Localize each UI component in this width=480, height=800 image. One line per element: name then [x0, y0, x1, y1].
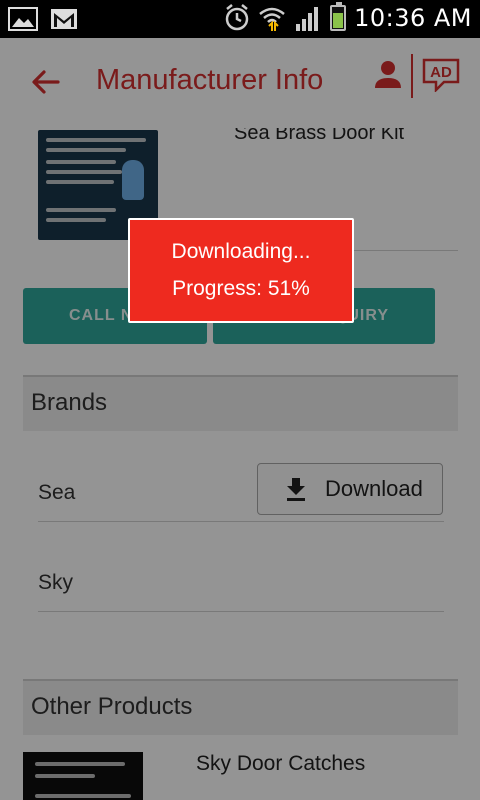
signal-icon: [296, 7, 319, 31]
download-progress-dialog: Downloading... Progress: 51%: [128, 218, 354, 323]
alarm-icon: [225, 4, 249, 31]
modal-scrim: [0, 38, 480, 800]
download-status: Downloading...: [171, 240, 311, 263]
clock: 10:36 AM: [354, 4, 472, 32]
download-progress: Progress: 51%: [172, 277, 310, 300]
image-icon: [8, 7, 38, 31]
battery-icon: [330, 2, 347, 31]
gmail-icon: [51, 9, 77, 29]
status-bar: 10:36 AM: [0, 0, 480, 38]
wifi-icon: [259, 7, 285, 31]
